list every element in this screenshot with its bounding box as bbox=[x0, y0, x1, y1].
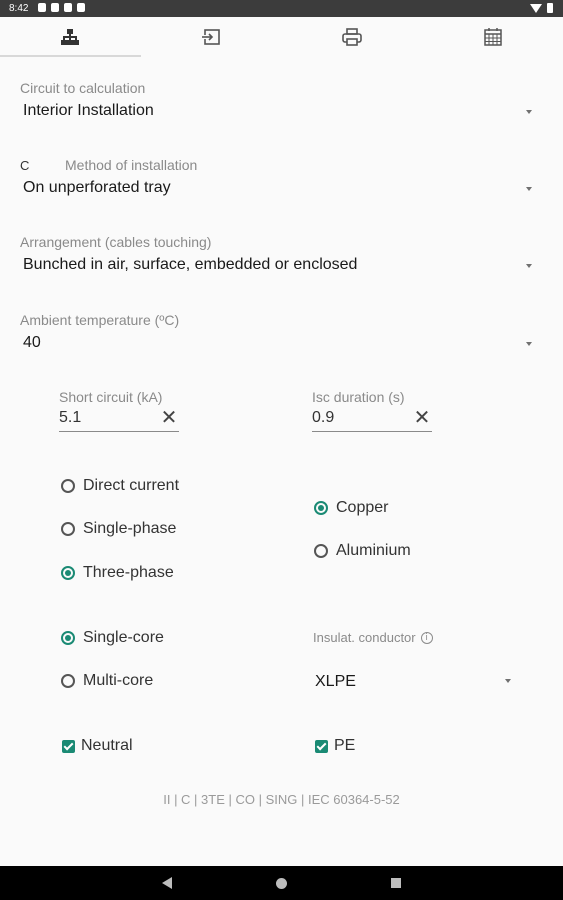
isc-duration-label: Isc duration (s) bbox=[312, 389, 405, 405]
login-icon bbox=[202, 29, 220, 45]
status-time: 8:42 bbox=[9, 3, 29, 14]
home-icon[interactable] bbox=[276, 878, 287, 889]
radio-icon bbox=[61, 674, 75, 688]
circuit-label: Circuit to calculation bbox=[20, 80, 146, 96]
notification-icons bbox=[38, 3, 85, 12]
checkbox-pe[interactable]: PE bbox=[315, 737, 355, 755]
tab-input[interactable] bbox=[141, 17, 282, 57]
arrangement-value: Bunched in air, surface, embedded or enc… bbox=[23, 256, 358, 273]
radio-icon bbox=[61, 522, 75, 536]
recent-apps-icon[interactable] bbox=[391, 878, 401, 888]
radio-label: Single-phase bbox=[83, 520, 177, 537]
settings-icon bbox=[51, 3, 59, 12]
battery-icon bbox=[547, 3, 553, 13]
dropdown-arrow-icon bbox=[526, 187, 532, 191]
short-circuit-value: 5.1 bbox=[59, 409, 82, 426]
insulation-value: XLPE bbox=[315, 673, 356, 690]
checkbox-checked-icon bbox=[315, 739, 328, 753]
status-bar: 8:42 bbox=[0, 0, 563, 17]
dropdown-arrow-icon bbox=[526, 264, 532, 268]
navigation-bar bbox=[0, 866, 563, 900]
circuit-select[interactable]: Circuit to calculation Interior Installa… bbox=[20, 80, 540, 120]
print-icon bbox=[342, 28, 362, 46]
checkbox-checked-icon bbox=[62, 739, 75, 753]
ambient-label: Ambient temperature (ºC) bbox=[20, 312, 180, 328]
arrangement-select[interactable]: Arrangement (cables touching) Bunched in… bbox=[20, 234, 540, 274]
shield-icon bbox=[38, 3, 46, 12]
tab-print[interactable] bbox=[282, 17, 423, 57]
dropdown-arrow-icon bbox=[505, 679, 511, 683]
sd-card-icon bbox=[77, 3, 85, 12]
radio-icon bbox=[61, 479, 75, 493]
radio-label: Aluminium bbox=[336, 542, 411, 559]
clear-icon[interactable]: ✕ bbox=[159, 408, 179, 428]
dropdown-arrow-icon bbox=[526, 110, 532, 114]
tab-circuit[interactable] bbox=[0, 17, 141, 57]
wifi-icon bbox=[530, 3, 542, 13]
radio-single-phase[interactable]: Single-phase bbox=[61, 520, 176, 538]
clear-icon[interactable]: ✕ bbox=[412, 408, 432, 428]
short-circuit-label: Short circuit (kA) bbox=[59, 389, 163, 405]
radio-multi-core[interactable]: Multi-core bbox=[61, 672, 153, 690]
short-circuit-field: Short circuit (kA) 5.1 ✕ bbox=[59, 389, 179, 432]
dropdown-arrow-icon bbox=[526, 342, 532, 346]
radio-label: Copper bbox=[336, 499, 389, 516]
hierarchy-icon bbox=[61, 29, 80, 45]
radio-label: Direct current bbox=[83, 477, 180, 494]
isc-duration-value: 0.9 bbox=[312, 409, 335, 426]
radio-three-phase[interactable]: Three-phase bbox=[61, 564, 174, 582]
method-value: On unperforated tray bbox=[23, 179, 171, 196]
radio-label: Single-core bbox=[83, 629, 164, 646]
ambient-select[interactable]: Ambient temperature (ºC) 40 bbox=[20, 312, 540, 352]
configuration-summary: II | C | 3TE | CO | SING | IEC 60364-5-5… bbox=[163, 792, 400, 807]
system-icons bbox=[530, 3, 553, 13]
method-select[interactable]: Method of installation On unperforated t… bbox=[20, 157, 540, 197]
checkbox-neutral[interactable]: Neutral bbox=[62, 737, 133, 755]
short-circuit-input[interactable]: 5.1 ✕ bbox=[59, 408, 179, 432]
settings-icon bbox=[64, 3, 72, 12]
radio-selected-icon bbox=[314, 501, 328, 515]
radio-single-core[interactable]: Single-core bbox=[61, 629, 164, 647]
isc-duration-field: Isc duration (s) 0.9 ✕ bbox=[312, 389, 432, 432]
radio-copper[interactable]: Copper bbox=[314, 499, 388, 517]
method-label: Method of installation bbox=[65, 157, 198, 173]
radio-aluminium[interactable]: Aluminium bbox=[314, 542, 411, 560]
arrangement-label: Arrangement (cables touching) bbox=[20, 234, 212, 250]
radio-direct-current[interactable]: Direct current bbox=[61, 477, 179, 495]
radio-selected-icon bbox=[61, 631, 75, 645]
radio-selected-icon bbox=[61, 566, 75, 580]
calendar-icon bbox=[483, 28, 502, 46]
radio-label: Multi-core bbox=[83, 672, 154, 689]
tab-calendar[interactable] bbox=[422, 17, 563, 57]
info-icon[interactable]: i bbox=[420, 631, 433, 644]
checkbox-label: Neutral bbox=[81, 737, 133, 754]
insulation-label: Insulat. conductor bbox=[313, 630, 416, 645]
back-icon[interactable] bbox=[162, 877, 172, 889]
circuit-value: Interior Installation bbox=[23, 102, 154, 119]
radio-label: Three-phase bbox=[83, 564, 174, 581]
isc-duration-input[interactable]: 0.9 ✕ bbox=[312, 408, 432, 432]
ambient-value: 40 bbox=[23, 334, 41, 351]
insulation-label-row: Insulat. conductor i bbox=[313, 630, 433, 645]
tab-bar bbox=[0, 17, 563, 57]
radio-icon bbox=[314, 544, 328, 558]
checkbox-label: PE bbox=[334, 737, 356, 754]
